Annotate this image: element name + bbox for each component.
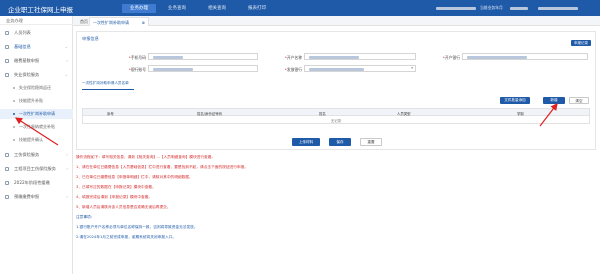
arrow-to-add-button — [539, 103, 558, 127]
annotation-arrows — [14, 103, 558, 146]
arrow-to-sidebar — [14, 117, 59, 146]
